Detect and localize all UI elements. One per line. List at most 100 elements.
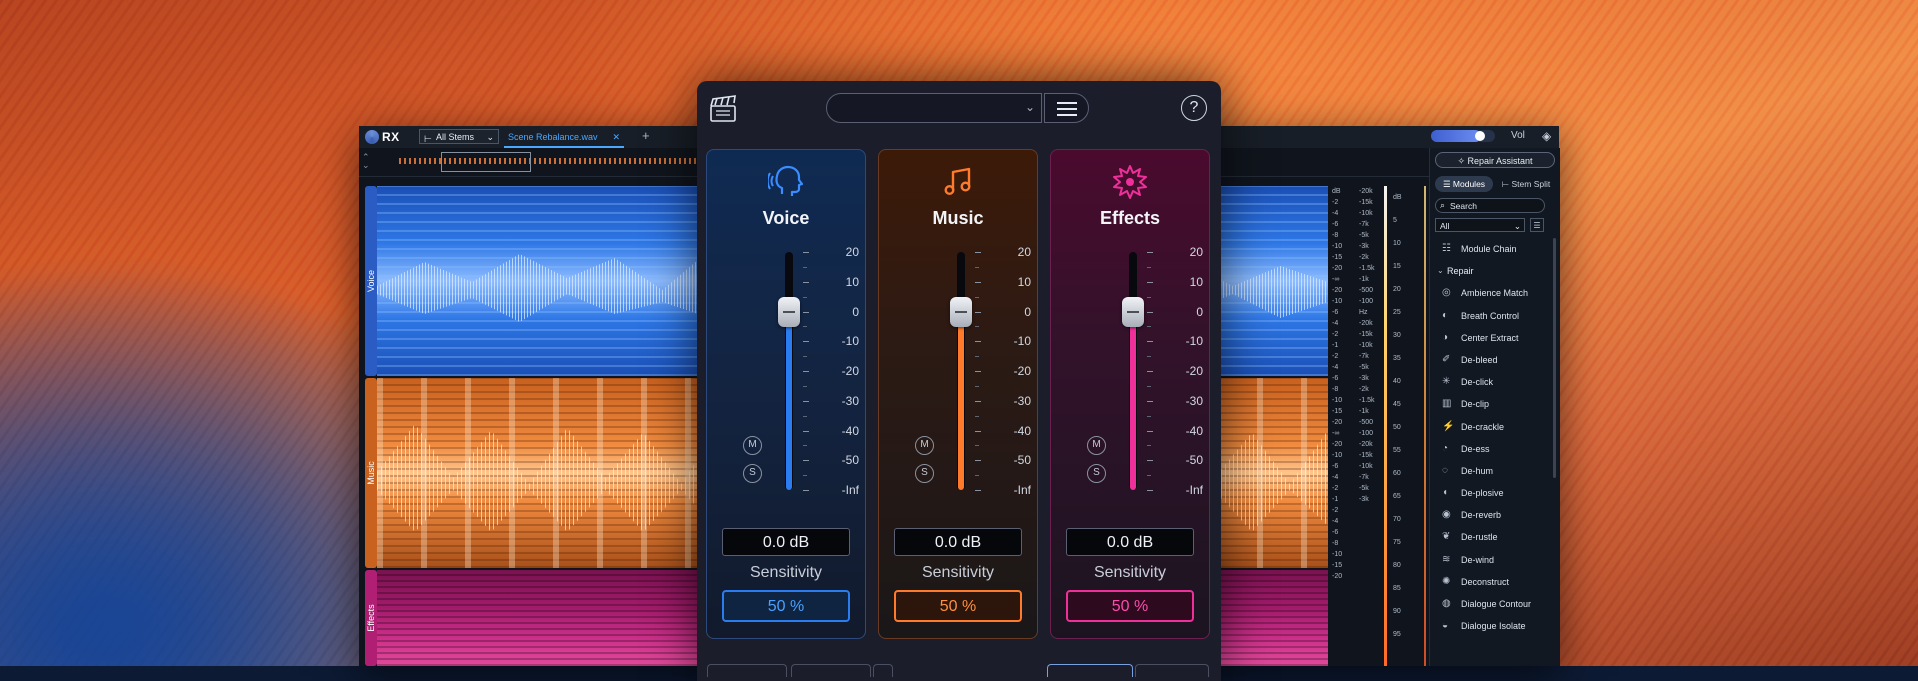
module-sidebar: ✧ Repair Assistant ☰ Modules ⊢ Stem Spli…	[1429, 148, 1560, 666]
module-filter-value: All	[1440, 221, 1450, 231]
music-note-icon	[944, 167, 971, 196]
voice-solo-button[interactable]: S	[743, 464, 762, 483]
effects-sensitivity-field[interactable]: 50 %	[1066, 590, 1194, 622]
tick-mark	[1147, 490, 1153, 491]
bottom-buttons	[707, 664, 1209, 678]
module-item-breath-control[interactable]: ◐ Breath Control	[1435, 305, 1555, 327]
scale-tick-label: -1	[1332, 342, 1339, 349]
module-label: De-rustle	[1461, 532, 1498, 543]
music-fader-scale: 20 10 0 -10 -20 -30 -40 -50 -Inf	[975, 245, 1035, 497]
effects-gain-field[interactable]: 0.0 dB	[1066, 528, 1194, 556]
tick-label: 20	[845, 245, 859, 259]
music-fader-track[interactable]	[957, 252, 965, 490]
split-icon: ⊢	[1501, 179, 1512, 189]
preset-dropdown[interactable]: ⌄	[826, 93, 1042, 123]
scale-tick-label: -10	[1332, 397, 1343, 404]
scale-tick-label: -10	[1332, 298, 1343, 305]
tick-mark	[975, 371, 981, 372]
module-item-de-bleed[interactable]: ✐ De-bleed	[1435, 349, 1555, 371]
tick-label: -Inf	[1185, 483, 1203, 497]
voice-gain-field[interactable]: 0.0 dB	[722, 528, 850, 556]
minor-tick	[975, 475, 979, 477]
minor-tick	[803, 266, 807, 268]
minor-tick	[975, 266, 979, 268]
module-item-de-click[interactable]: ✳ De-click	[1435, 371, 1555, 393]
volume-knob[interactable]	[1474, 131, 1485, 141]
clapperboard-icon[interactable]	[709, 95, 737, 123]
module-label: De-hum	[1461, 465, 1494, 476]
help-button[interactable]: ?	[1181, 95, 1207, 121]
minor-tick	[1147, 475, 1151, 477]
tick-mark	[975, 430, 981, 432]
stems-dropdown[interactable]: ⊢ All Stems ⌄	[419, 129, 499, 144]
scale-tick-label: -2	[1332, 485, 1339, 492]
module-item-deconstruct[interactable]: ✺ Deconstruct	[1435, 571, 1555, 593]
repair-assistant-label: Repair Assistant	[1467, 156, 1533, 166]
module-item-center-extract[interactable]: ◑ Center Extract	[1435, 327, 1555, 349]
module-filter-dropdown[interactable]: All ⌄	[1435, 218, 1525, 232]
module-item-de-rustle[interactable]: ❦ De-rustle	[1435, 526, 1555, 548]
close-icon[interactable]: ✕	[612, 126, 620, 148]
music-sensitivity-field[interactable]: 50 %	[894, 590, 1022, 622]
minor-tick	[975, 385, 979, 387]
scale-tick-label: -15	[1332, 254, 1343, 261]
module-item-de-hum[interactable]: ◌ De-hum	[1435, 460, 1555, 482]
tick-mark	[803, 281, 809, 283]
module-icon: ≋	[1442, 553, 1451, 565]
speaker-icon[interactable]: ◈	[1542, 129, 1551, 143]
module-item-dialogue-contour[interactable]: ◍ Dialogue Contour	[1435, 593, 1555, 615]
scale-tick-label: -2	[1332, 353, 1339, 360]
tick-mark	[975, 311, 981, 313]
module-item-de-reverb[interactable]: ◉ De-reverb	[1435, 504, 1555, 526]
voice-fader-track[interactable]	[785, 252, 793, 490]
volume-fill	[1431, 130, 1481, 142]
effects-fader-track[interactable]	[1129, 252, 1137, 490]
module-icon: ◌	[1442, 464, 1448, 476]
effects-solo-button[interactable]: S	[1087, 464, 1106, 483]
module-item-de-wind[interactable]: ≋ De-wind	[1435, 549, 1555, 571]
menu-button[interactable]	[1044, 93, 1089, 123]
overview-arrows-icon[interactable]: ⌃ ⌄	[362, 153, 370, 170]
volume-slider[interactable]	[1431, 130, 1495, 142]
minor-tick	[803, 385, 807, 387]
scale-tick-label: -20	[1332, 573, 1343, 580]
new-tab-button[interactable]: +	[642, 128, 650, 143]
module-item-de-clip[interactable]: ▥ De-clip	[1435, 393, 1555, 415]
module-item-ambience-match[interactable]: ◎ Ambience Match	[1435, 282, 1555, 304]
scale-tick-label: -6	[1332, 463, 1339, 470]
module-item-de-ess[interactable]: ◔ De-ess	[1435, 438, 1555, 460]
tab-modules[interactable]: ☰ Modules	[1435, 176, 1493, 192]
module-item-repair[interactable]: ⌄ Repair	[1435, 260, 1555, 282]
music-fader-thumb[interactable]	[950, 296, 972, 327]
filter-list-icon[interactable]: ☰	[1530, 218, 1544, 232]
file-tab[interactable]: Scene Rebalance.wav ✕	[504, 126, 624, 148]
meter-tick-label: 10	[1393, 240, 1401, 247]
module-icon: ☷	[1442, 243, 1451, 254]
overview-selection[interactable]	[441, 152, 531, 172]
module-icon: ◑	[1442, 331, 1449, 343]
music-mute-button[interactable]: M	[915, 436, 934, 455]
music-gain-field[interactable]: 0.0 dB	[894, 528, 1022, 556]
module-item-dialogue-isolate[interactable]: ◒ Dialogue Isolate	[1435, 615, 1555, 637]
voice-fader-thumb[interactable]	[778, 296, 800, 327]
effects-mute-button[interactable]: M	[1087, 436, 1106, 455]
tick-mark	[975, 490, 981, 491]
effects-fader-thumb[interactable]	[1122, 296, 1144, 327]
module-search-input[interactable]: ⌕ Search	[1435, 198, 1545, 213]
module-item-module-chain[interactable]: ☷ Module Chain	[1435, 238, 1555, 260]
music-title: Music	[932, 208, 984, 228]
meter-tick-label: 95	[1393, 631, 1401, 638]
tick-label: -40	[841, 423, 859, 438]
effects-fader-scale: 20 10 0 -10 -20 -30 -40 -50 -Inf	[1147, 245, 1207, 497]
sidebar-scrollbar[interactable]	[1553, 238, 1556, 478]
module-label: Dialogue Contour	[1461, 599, 1532, 609]
module-item-de-plosive[interactable]: ◖ De-plosive	[1435, 482, 1555, 504]
voice-sensitivity-field[interactable]: 50 %	[722, 590, 850, 622]
music-solo-button[interactable]: S	[915, 464, 934, 483]
tab-stem-split[interactable]: ⊢ Stem Split	[1497, 176, 1555, 192]
voice-mute-button[interactable]: M	[743, 436, 762, 455]
rx-logo-text: RX	[382, 130, 400, 144]
repair-assistant-button[interactable]: ✧ Repair Assistant	[1435, 152, 1555, 168]
scale-tick-label: -∞	[1332, 276, 1340, 283]
module-item-de-crackle[interactable]: ⚡ De-crackle	[1435, 416, 1555, 438]
